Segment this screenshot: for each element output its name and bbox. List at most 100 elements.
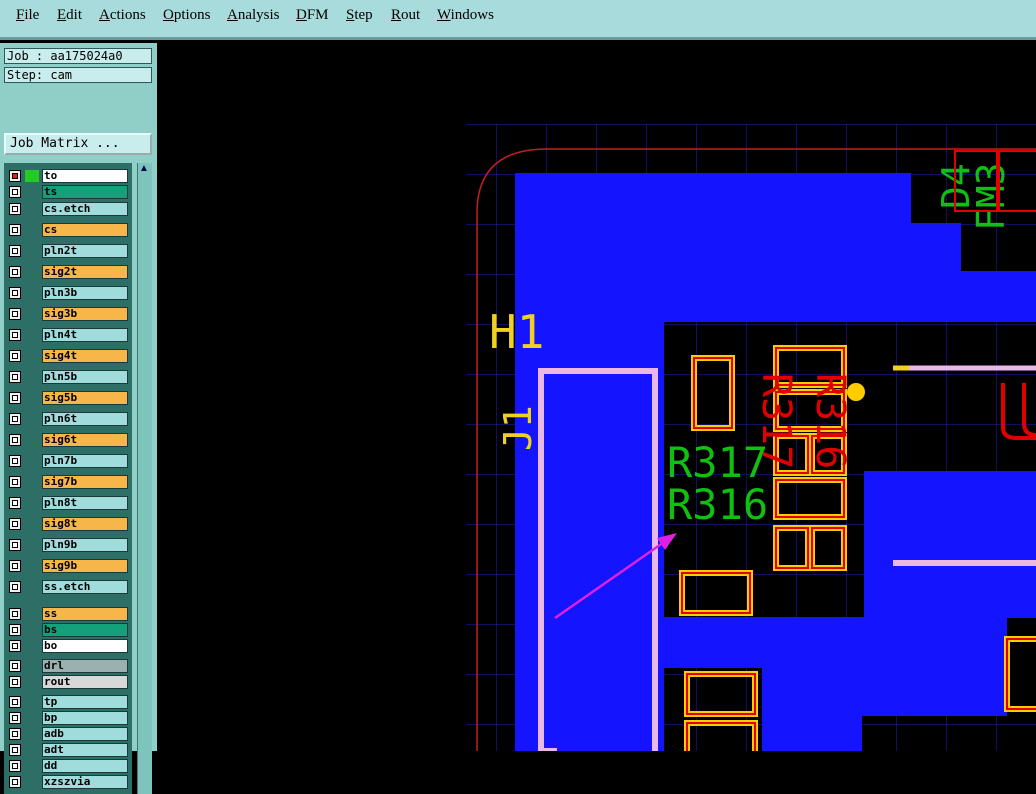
layer-checkbox[interactable] — [9, 744, 21, 756]
menu-options[interactable]: Options — [163, 7, 211, 24]
layer-row-pln9b[interactable]: pln9b — [6, 537, 130, 553]
layer-name[interactable]: tp — [42, 695, 128, 709]
layer-name[interactable]: sig7b — [42, 475, 128, 489]
layer-row-pln3b[interactable]: pln3b — [6, 285, 130, 301]
menu-windows[interactable]: Windows — [437, 7, 494, 24]
layer-checkbox[interactable] — [9, 455, 21, 467]
layer-checkbox[interactable] — [9, 497, 21, 509]
pcb-graphic-canvas[interactable]: H1 J1 R317 R316 R317 R316 D4 FM3 — [157, 43, 1036, 751]
layer-checkbox[interactable] — [9, 476, 21, 488]
layer-name[interactable]: bo — [42, 639, 128, 653]
layer-name[interactable]: sig5b — [42, 391, 128, 405]
layer-checkbox[interactable] — [9, 518, 21, 530]
layer-checkbox[interactable] — [9, 660, 21, 672]
layer-checkbox[interactable] — [9, 413, 21, 425]
layer-name[interactable]: bs — [42, 623, 128, 637]
layer-name[interactable]: ss.etch — [42, 580, 128, 594]
layer-checkbox[interactable] — [9, 776, 21, 788]
layer-checkbox[interactable] — [9, 581, 21, 593]
layer-row-cs-etch[interactable]: cs.etch — [6, 201, 130, 217]
layer-name[interactable]: sig4t — [42, 349, 128, 363]
layer-checkbox[interactable] — [9, 676, 21, 688]
layer-name[interactable]: bp — [42, 711, 128, 725]
layer-row-drl[interactable]: drl — [6, 658, 130, 674]
layer-name[interactable]: to — [42, 169, 128, 183]
layer-list-scrollbar[interactable] — [137, 163, 152, 794]
layer-checkbox[interactable] — [9, 308, 21, 320]
layer-checkbox[interactable] — [9, 539, 21, 551]
layer-row-to[interactable]: to — [6, 168, 130, 184]
layer-checkbox[interactable] — [9, 760, 21, 772]
layer-row-sig8t[interactable]: sig8t — [6, 516, 130, 532]
layer-row-cs[interactable]: cs — [6, 222, 130, 238]
layer-row-xzszvia[interactable]: xzszvia — [6, 774, 130, 790]
layer-row-ss-etch[interactable]: ss.etch — [6, 579, 130, 595]
layer-name[interactable]: pln6t — [42, 412, 128, 426]
menu-rout[interactable]: Rout — [391, 7, 420, 24]
layer-name[interactable]: cs.etch — [42, 202, 128, 216]
layer-row-sig2t[interactable]: sig2t — [6, 264, 130, 280]
layer-checkbox[interactable] — [9, 350, 21, 362]
layer-row-ss[interactable]: ss — [6, 606, 130, 622]
layer-checkbox[interactable] — [9, 287, 21, 299]
layer-checkbox[interactable] — [9, 329, 21, 341]
job-matrix-button[interactable]: Job Matrix ... — [4, 133, 152, 155]
layer-name[interactable]: rout — [42, 675, 128, 689]
layer-name[interactable]: sig9b — [42, 559, 128, 573]
layer-checkbox[interactable] — [9, 392, 21, 404]
layer-checkbox[interactable] — [9, 728, 21, 740]
layer-name[interactable]: cs — [42, 223, 128, 237]
layer-name[interactable]: dd — [42, 759, 128, 773]
layer-row-pln8t[interactable]: pln8t — [6, 495, 130, 511]
layer-color-swatch[interactable] — [25, 170, 39, 182]
menu-analysis[interactable]: Analysis — [227, 7, 280, 24]
layer-row-adb[interactable]: adb — [6, 726, 130, 742]
layer-name[interactable]: pln4t — [42, 328, 128, 342]
layer-checkbox[interactable] — [9, 224, 21, 236]
layer-row-tp[interactable]: tp — [6, 694, 130, 710]
layer-checkbox[interactable] — [9, 608, 21, 620]
layer-name[interactable]: ss — [42, 607, 128, 621]
layer-row-adt[interactable]: adt — [6, 742, 130, 758]
layer-row-sig5b[interactable]: sig5b — [6, 390, 130, 406]
layer-row-rout[interactable]: rout — [6, 674, 130, 690]
layer-name[interactable]: ts — [42, 185, 128, 199]
menu-file[interactable]: File — [16, 7, 39, 24]
layer-row-pln4t[interactable]: pln4t — [6, 327, 130, 343]
menu-dfm[interactable]: DFM — [296, 7, 329, 24]
layer-checkbox[interactable] — [9, 186, 21, 198]
layer-name[interactable]: sig8t — [42, 517, 128, 531]
layer-name[interactable]: adt — [42, 743, 128, 757]
layer-row-sig3b[interactable]: sig3b — [6, 306, 130, 322]
layer-checkbox[interactable] — [9, 170, 21, 182]
layer-checkbox[interactable] — [9, 640, 21, 652]
layer-row-pln2t[interactable]: pln2t — [6, 243, 130, 259]
layer-checkbox[interactable] — [9, 203, 21, 215]
layer-name[interactable]: adb — [42, 727, 128, 741]
layer-row-sig7b[interactable]: sig7b — [6, 474, 130, 490]
layer-checkbox[interactable] — [9, 624, 21, 636]
layer-row-pln5b[interactable]: pln5b — [6, 369, 130, 385]
layer-row-dd[interactable]: dd — [6, 758, 130, 774]
layer-name[interactable]: pln2t — [42, 244, 128, 258]
menu-edit[interactable]: Edit — [57, 7, 82, 24]
menu-step[interactable]: Step — [346, 7, 373, 24]
layer-row-pln6t[interactable]: pln6t — [6, 411, 130, 427]
layer-name[interactable]: pln3b — [42, 286, 128, 300]
layer-row-sig9b[interactable]: sig9b — [6, 558, 130, 574]
layer-name[interactable]: pln5b — [42, 370, 128, 384]
layer-name[interactable]: sig2t — [42, 265, 128, 279]
layer-row-sig6t[interactable]: sig6t — [6, 432, 130, 448]
layer-name[interactable]: xzszvia — [42, 775, 128, 789]
layer-checkbox[interactable] — [9, 696, 21, 708]
layer-name[interactable]: sig3b — [42, 307, 128, 321]
layer-row-pln7b[interactable]: pln7b — [6, 453, 130, 469]
layer-name[interactable]: pln8t — [42, 496, 128, 510]
layer-row-sig4t[interactable]: sig4t — [6, 348, 130, 364]
layer-name[interactable]: sig6t — [42, 433, 128, 447]
layer-checkbox[interactable] — [9, 434, 21, 446]
layer-checkbox[interactable] — [9, 560, 21, 572]
layer-name[interactable]: pln7b — [42, 454, 128, 468]
layer-checkbox[interactable] — [9, 266, 21, 278]
layer-row-bs[interactable]: bs — [6, 622, 130, 638]
